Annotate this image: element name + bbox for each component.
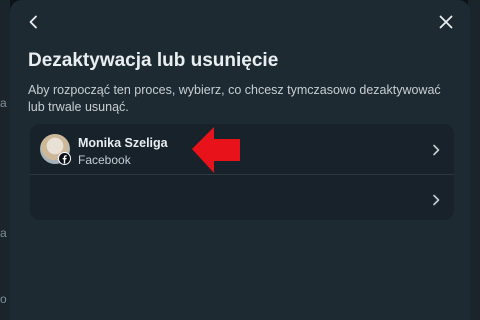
red-arrow-annotation-icon [192, 127, 240, 173]
account-row-second[interactable] [30, 176, 454, 224]
dialog-description: Aby rozpocząć ten proces, wybierz, co ch… [28, 83, 441, 114]
account-row-facebook[interactable]: Monika Szeliga Facebook [30, 126, 454, 174]
row-divider [30, 174, 454, 175]
background-text-fragment: o [0, 292, 7, 306]
deactivation-dialog: Dezaktywacja lub usunięcie Aby rozpocząć… [10, 0, 470, 320]
chevron-right-icon [433, 144, 440, 156]
background-text-fragment: a [0, 226, 7, 240]
dialog-title: Dezaktywacja lub usunięcie [28, 50, 279, 71]
chevron-left-icon [29, 15, 37, 29]
close-button[interactable] [434, 10, 458, 34]
account-name: Monika Szeliga [78, 136, 168, 150]
close-icon [439, 15, 453, 29]
account-list: Monika Szeliga Facebook [30, 124, 454, 220]
back-button[interactable] [22, 10, 46, 34]
background-text-fragment: a [0, 96, 7, 110]
account-platform: Facebook [78, 153, 131, 167]
chevron-right-icon [433, 194, 440, 206]
facebook-icon [58, 152, 71, 165]
background-page-left [0, 0, 10, 320]
